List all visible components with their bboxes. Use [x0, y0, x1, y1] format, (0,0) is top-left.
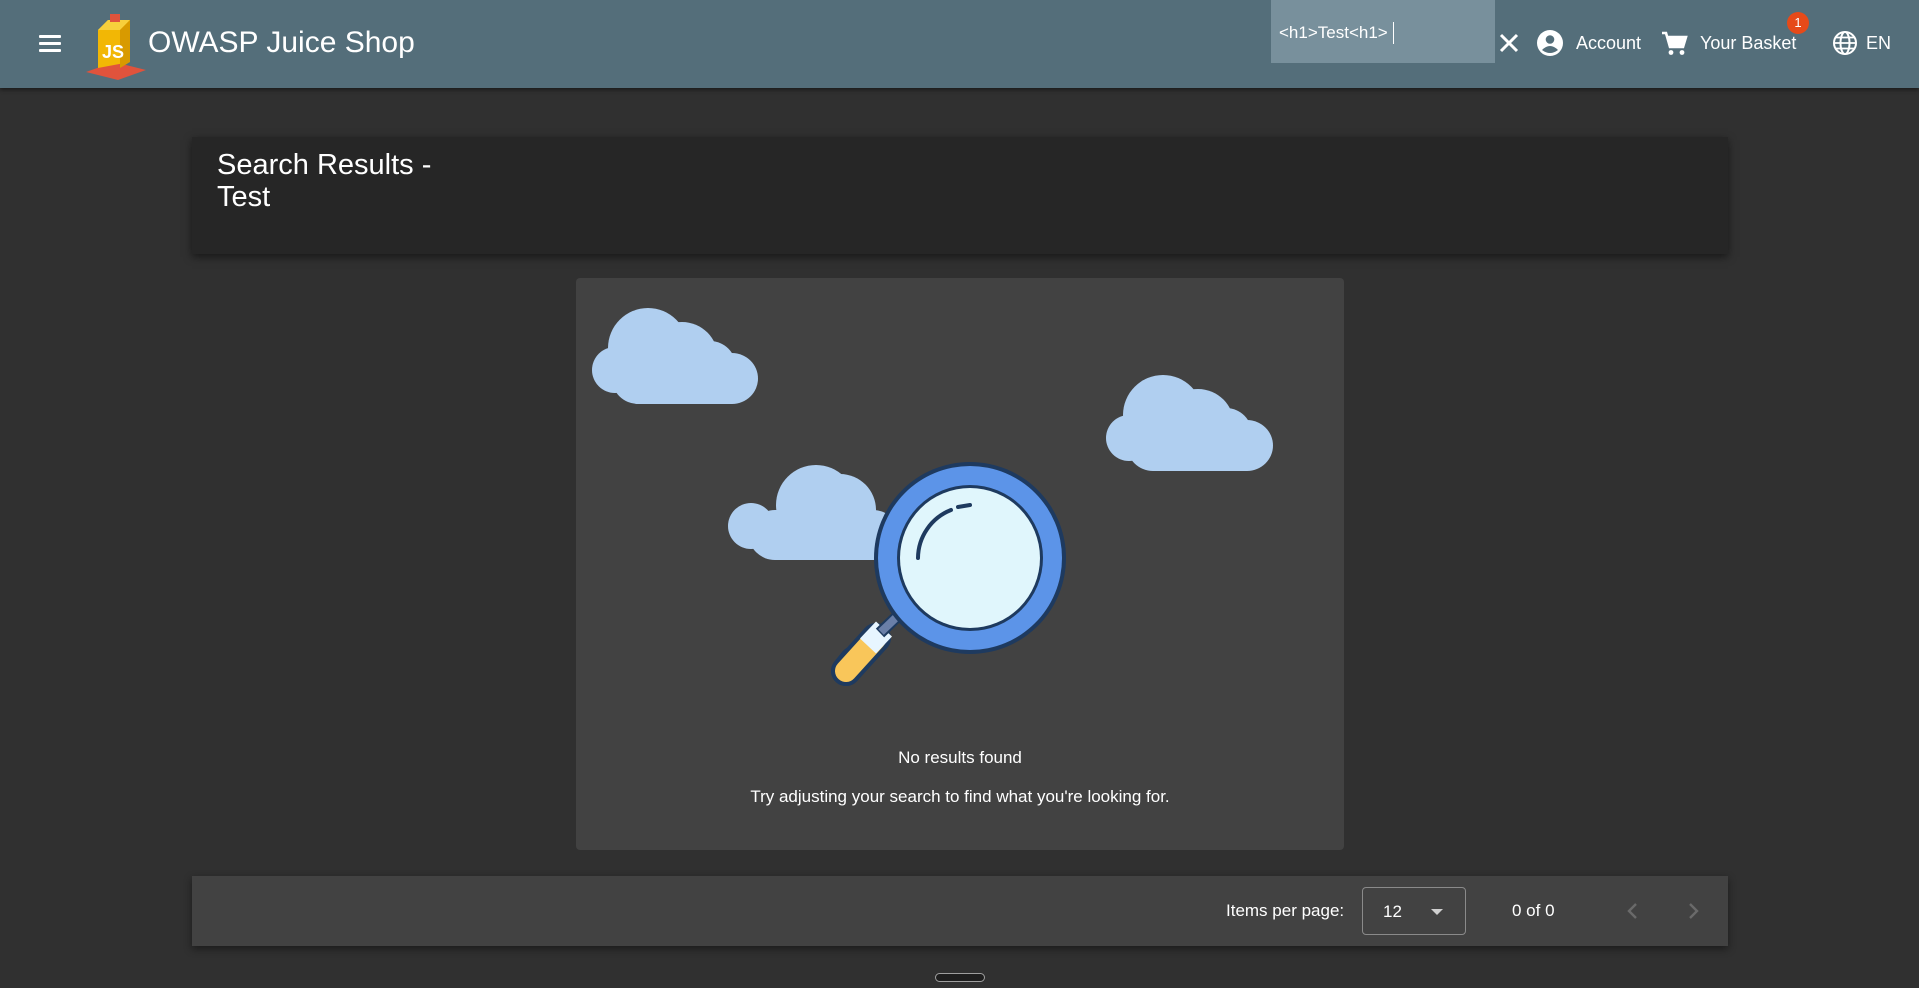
cloud-icon [1106, 375, 1273, 471]
items-per-page-select[interactable]: 12 [1362, 887, 1466, 935]
svg-text:JS: JS [102, 42, 124, 62]
no-results-illustration [592, 308, 1273, 686]
page-range-label: 0 of 0 [1512, 901, 1555, 920]
search-results-card: Search Results - Test [192, 137, 1728, 254]
chevron-right-icon[interactable] [1678, 896, 1708, 926]
cloud-icon [592, 308, 758, 404]
menu-button[interactable] [30, 24, 70, 64]
language-button[interactable]: EN [1832, 26, 1891, 60]
text-cursor [1393, 22, 1394, 44]
basket-label: Your Basket [1700, 32, 1797, 53]
empty-state-subtitle: Try adjusting your search to find what y… [750, 787, 1170, 806]
account-circle-icon [1537, 30, 1563, 56]
top-toolbar: JS OWASP Juice Shop Account Your Basket … [0, 0, 1919, 88]
shopping-cart-icon [1662, 31, 1688, 55]
chevron-left-icon[interactable] [1618, 896, 1648, 926]
items-per-page-value: 12 [1383, 902, 1402, 921]
empty-state-title: No results found [898, 748, 1022, 767]
juice-shop-logo[interactable]: JS [84, 10, 150, 80]
menu-icon [39, 35, 61, 38]
search-input[interactable] [1279, 22, 1479, 44]
language-label: EN [1866, 32, 1892, 53]
search-bar[interactable] [1271, 0, 1495, 63]
account-label: Account [1576, 32, 1642, 53]
basket-button[interactable]: Your Basket [1660, 26, 1796, 60]
items-per-page-label: Items per page: [1226, 901, 1345, 920]
close-icon[interactable] [1496, 30, 1522, 56]
paginator: Items per page: 12 0 of 0 [192, 876, 1728, 946]
chevron-down-icon [1431, 909, 1443, 915]
basket-count-badge: 1 [1787, 12, 1809, 34]
app-title[interactable]: OWASP Juice Shop [148, 26, 415, 60]
account-button[interactable]: Account [1536, 26, 1641, 60]
scroll-handle[interactable] [935, 973, 985, 982]
cloud-icon [728, 465, 899, 560]
language-icon [1833, 31, 1857, 55]
page-title: Search Results - Test [217, 149, 432, 213]
